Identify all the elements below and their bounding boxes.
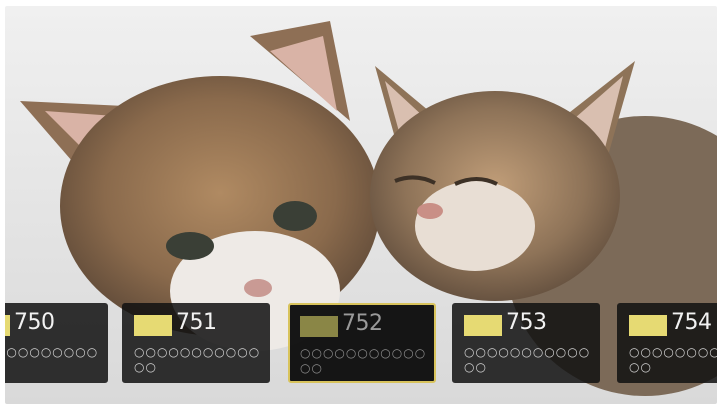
channel-number: 750: [14, 310, 55, 335]
channel-number: 753: [506, 310, 547, 335]
channel-swatch: [5, 315, 10, 336]
channel-rating-dots: ○○○○○○○○○○○○○: [5, 345, 99, 359]
channel-swatch: [300, 316, 338, 337]
channel-swatch: [629, 315, 667, 336]
channel-rating-dots: ○○○○○○○○○○○○○: [134, 345, 261, 374]
channel-card-750[interactable]: 750 ○○○○○○○○○○○○○: [5, 303, 108, 383]
channel-swatch: [464, 315, 502, 336]
photo-frame: 750 ○○○○○○○○○○○○○ 751 ○○○○○○○○○○○○○ 752 …: [5, 6, 717, 404]
channel-card-752[interactable]: 752 ○○○○○○○○○○○○○: [288, 303, 436, 383]
channel-card-753[interactable]: 753 ○○○○○○○○○○○○○: [452, 303, 600, 383]
channel-number: 752: [342, 311, 383, 336]
channel-number: 754: [671, 310, 712, 335]
channel-number: 751: [176, 310, 217, 335]
channel-rating-dots: ○○○○○○○○○○○○○: [629, 345, 717, 374]
channel-rating-dots: ○○○○○○○○○○○○○: [300, 346, 427, 375]
channel-strip: 750 ○○○○○○○○○○○○○ 751 ○○○○○○○○○○○○○ 752 …: [5, 6, 717, 404]
channel-swatch: [134, 315, 172, 336]
channel-card-754[interactable]: 754 ○○○○○○○○○○○○○: [617, 303, 717, 383]
channel-card-751[interactable]: 751 ○○○○○○○○○○○○○: [122, 303, 270, 383]
channel-rating-dots: ○○○○○○○○○○○○○: [464, 345, 591, 374]
